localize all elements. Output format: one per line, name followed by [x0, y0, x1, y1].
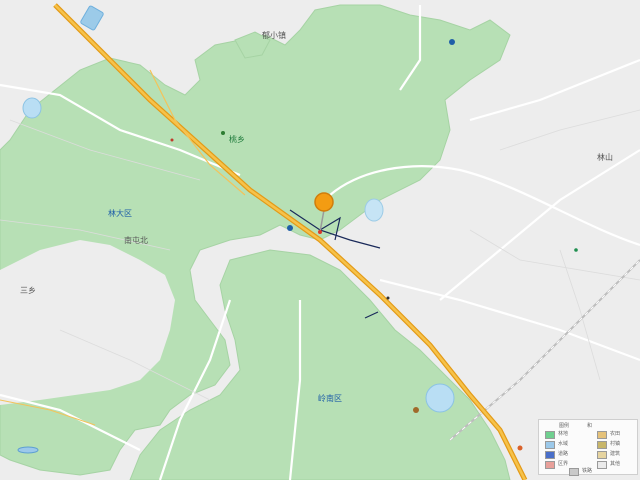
legend-label: 村镇	[610, 441, 621, 447]
legend-swatch	[597, 441, 607, 449]
legend-swatch	[545, 441, 555, 449]
pond-southwest	[17, 446, 39, 454]
place-label-3: 林大区	[108, 209, 132, 218]
legend-swatch	[569, 468, 579, 476]
legend-swatch	[545, 451, 555, 459]
map-svg[interactable]	[0, 0, 640, 482]
legend-label: 林地	[558, 431, 569, 437]
place-label-6: 岭南区	[318, 394, 342, 403]
legend-swatch	[597, 461, 607, 469]
place-label-5: 林山	[597, 153, 613, 162]
legend-label: 铁路	[582, 468, 593, 474]
legend-title: 图例	[559, 423, 570, 429]
legend-label: 建筑	[610, 451, 621, 457]
legend-label: 道路	[558, 451, 569, 457]
place-label-7: 三乡	[20, 286, 36, 295]
legend-swatch	[597, 431, 607, 439]
lake-south	[425, 383, 455, 413]
legend-swatch	[597, 451, 607, 459]
pond-center	[364, 198, 384, 222]
legend-title-right: 和	[587, 423, 593, 429]
map-canvas[interactable]: 郁小镇 桃乡 林大区 南屯北 林山 岭南区 三乡 图例 和 林地 水域 道路 区…	[0, 0, 640, 482]
legend-label: 其他	[610, 461, 621, 467]
legend-label: 水域	[558, 441, 569, 447]
legend-swatch	[545, 461, 555, 469]
place-label-1: 郁小镇	[262, 31, 286, 40]
pond-west	[22, 97, 42, 119]
legend-label: 农田	[610, 431, 621, 437]
legend-swatch	[545, 431, 555, 439]
place-label-4: 南屯北	[124, 236, 148, 245]
legend-label: 区界	[558, 461, 569, 467]
place-label-2: 桃乡	[229, 135, 245, 144]
map-legend: 图例 和 林地 水域 道路 区界 农田 村镇 建筑 其他 铁路	[538, 419, 638, 476]
